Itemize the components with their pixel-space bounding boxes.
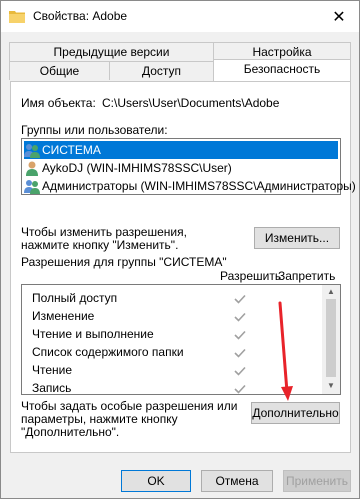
permission-row: Чтение — [32, 363, 73, 377]
permissions-scrollbar[interactable]: ▲ ▼ — [322, 285, 340, 394]
allow-check-icon — [234, 348, 246, 358]
apply-button: Применить — [283, 470, 351, 492]
edit-button[interactable]: Изменить... — [254, 227, 340, 249]
tab-general[interactable]: Общие — [9, 61, 110, 80]
users-group-icon — [24, 180, 40, 194]
permission-row: Чтение и выполнение — [32, 327, 154, 341]
tab-previous-versions[interactable]: Предыдущие версии — [9, 42, 214, 61]
advanced-hint-line3: "Дополнительно". — [21, 425, 120, 439]
window-title: Свойства: Adobe — [33, 9, 128, 23]
security-panel: Имя объекта: C:\Users\User\Documents\Ado… — [10, 81, 356, 453]
permissions-label: Разрешения для группы "СИСТЕМА" — [21, 255, 227, 269]
close-icon: ✕ — [332, 8, 346, 26]
allow-check-icon — [234, 330, 246, 340]
list-item-user[interactable]: AykoDJ (WIN-IMHIMS78SSC\User) — [24, 159, 232, 177]
scroll-up-icon[interactable]: ▲ — [322, 287, 340, 296]
list-item-system[interactable]: СИСТЕМА — [24, 141, 338, 159]
advanced-hint-line1: Чтобы задать особые разрешения или — [21, 399, 238, 413]
tab-security[interactable]: Безопасность — [213, 59, 351, 81]
ok-button[interactable]: OK — [121, 470, 191, 492]
allow-check-icon — [234, 312, 246, 322]
tab-sharing[interactable]: Доступ — [109, 61, 214, 80]
object-name-label: Имя объекта: — [21, 96, 96, 110]
groups-list[interactable]: СИСТЕМА AykoDJ (WIN-IMHIMS78SSC\User) Ад… — [21, 138, 356, 195]
cancel-button[interactable]: Отмена — [201, 470, 273, 492]
allow-check-icon — [234, 384, 246, 394]
permission-row: Изменение — [32, 309, 95, 323]
advanced-button[interactable]: Дополнительно — [251, 402, 340, 424]
permissions-allow-header: Разрешить — [220, 269, 282, 283]
permission-row: Список содержимого папки — [32, 345, 184, 359]
change-hint-line1: Чтобы изменить разрешения, — [21, 225, 187, 239]
users-group-icon — [24, 144, 40, 158]
user-icon — [26, 161, 38, 176]
permissions-deny-header: Запретить — [278, 269, 336, 283]
properties-dialog: Свойства: Adobe ✕ Предыдущие версии Наст… — [0, 0, 360, 499]
advanced-hint-line2: параметры, нажмите кнопку — [21, 412, 178, 426]
folder-icon — [9, 11, 25, 23]
list-item-admins[interactable]: Администраторы (WIN-IMHIMS78SSC\Админист… — [24, 177, 356, 195]
permission-row: Полный доступ — [32, 291, 118, 305]
scroll-down-icon[interactable]: ▼ — [322, 381, 340, 390]
permissions-list[interactable]: Полный доступ Изменение Чтение и выполне… — [21, 284, 341, 395]
groups-label: Группы или пользователи: — [21, 123, 168, 137]
permission-row: Запись — [32, 381, 72, 395]
scroll-thumb[interactable] — [326, 299, 336, 377]
allow-check-icon — [234, 294, 246, 304]
object-path: C:\Users\User\Documents\Adobe — [102, 96, 280, 110]
allow-check-icon — [234, 366, 246, 376]
title-bar: Свойства: Adobe ✕ — [1, 1, 359, 32]
change-hint-line2: нажмите кнопку "Изменить". — [21, 238, 179, 252]
close-button[interactable]: ✕ — [319, 1, 359, 32]
